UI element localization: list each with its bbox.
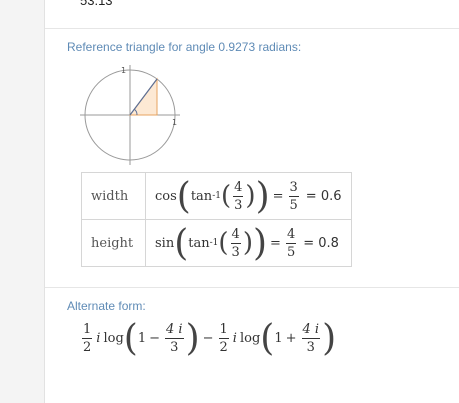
fraction-denominator: 3 bbox=[170, 340, 179, 355]
axis-right-label: 1 bbox=[172, 118, 177, 127]
result-fraction: 4 5 bbox=[285, 226, 297, 260]
close-paren: ) bbox=[252, 222, 268, 264]
inner-func: tan bbox=[188, 235, 210, 251]
fraction-numerator: 1 bbox=[82, 322, 93, 339]
fraction-denominator: 5 bbox=[286, 244, 296, 260]
fraction-numerator: 1 bbox=[218, 322, 229, 339]
one: 1 bbox=[274, 331, 283, 346]
fraction-numerator: 4 bbox=[230, 226, 241, 244]
coefficient-fraction: 1 2 bbox=[218, 322, 229, 355]
inner-func: tan bbox=[190, 188, 213, 204]
alternate-form-expression: 1 2 i log ( 1 − 4 i 3 ) − 1 2 i log ( 1 … bbox=[80, 318, 336, 359]
table-row: width cos ( tan -1 ( 4 3 ) ) = 3 5 = 0.6 bbox=[81, 172, 352, 220]
imaginary-unit: i bbox=[232, 331, 237, 346]
reference-triangle-table: width cos ( tan -1 ( 4 3 ) ) = 3 5 = 0.6 bbox=[81, 172, 352, 267]
table-row: height sin ( tan -1 ( 4 3 ) ) = 4 5 = 0. bbox=[81, 219, 352, 267]
inverse-superscript: -1 bbox=[212, 191, 221, 201]
fraction-denominator: 5 bbox=[289, 197, 298, 213]
plus-sign: + bbox=[285, 331, 297, 346]
open-paren: ( bbox=[218, 228, 229, 258]
fraction-numerator: 4 bbox=[285, 226, 297, 244]
close-paren: ) bbox=[245, 181, 256, 211]
fraction-numerator: 4 bbox=[233, 179, 244, 197]
fraction-denominator: 2 bbox=[219, 340, 228, 355]
row-label-height: height bbox=[81, 219, 146, 267]
previous-result-value: 53.13° bbox=[80, 0, 118, 8]
fraction-denominator: 3 bbox=[306, 340, 315, 355]
reference-triangle-diagram: 1 1 bbox=[80, 65, 180, 165]
close-paren: ) bbox=[242, 228, 253, 258]
open-paren: ( bbox=[220, 181, 232, 211]
decimal-value: = 0.8 bbox=[303, 235, 339, 251]
close-paren: ) bbox=[255, 175, 270, 217]
inverse-superscript: -1 bbox=[209, 238, 219, 248]
log-function: log bbox=[103, 331, 124, 346]
reference-triangle-title: Reference triangle for angle 0.9273 radi… bbox=[67, 40, 302, 54]
close-paren: ) bbox=[185, 318, 200, 359]
equals-sign: = bbox=[272, 188, 284, 204]
term-fraction: 4 i 3 bbox=[165, 323, 184, 354]
decimal-value: = 0.6 bbox=[305, 188, 342, 204]
height-expression: sin ( tan -1 ( 4 3 ) ) = 4 5 = 0.8 bbox=[145, 219, 352, 267]
pod-divider bbox=[45, 287, 459, 288]
coefficient-fraction: 1 2 bbox=[82, 322, 93, 355]
argument-fraction: 4 3 bbox=[230, 226, 241, 260]
equals-sign: = bbox=[270, 235, 281, 251]
open-paren: ( bbox=[176, 175, 191, 217]
argument-fraction: 4 3 bbox=[233, 179, 244, 213]
open-paren: ( bbox=[123, 318, 138, 359]
left-gutter bbox=[0, 0, 45, 403]
imaginary-unit: i bbox=[96, 331, 101, 346]
alternate-form-title: Alternate form: bbox=[67, 299, 146, 313]
axis-top-label: 1 bbox=[121, 66, 126, 75]
fraction-denominator: 3 bbox=[234, 197, 243, 213]
width-expression: cos ( tan -1 ( 4 3 ) ) = 3 5 = 0.6 bbox=[145, 172, 352, 220]
log-function: log bbox=[239, 331, 261, 346]
fraction-denominator: 3 bbox=[231, 244, 240, 260]
fraction-denominator: 2 bbox=[83, 340, 92, 355]
fraction-numerator: 4 i bbox=[165, 322, 184, 339]
row-label-width: width bbox=[81, 172, 146, 220]
func-name: cos bbox=[155, 188, 177, 204]
term-fraction: 4 i 3 bbox=[301, 322, 321, 355]
func-name: sin bbox=[155, 235, 175, 251]
pod-divider bbox=[45, 28, 459, 29]
one: 1 bbox=[137, 331, 147, 346]
open-paren: ( bbox=[174, 222, 189, 264]
result-fraction: 3 5 bbox=[288, 179, 299, 213]
close-paren: ) bbox=[322, 318, 337, 359]
fraction-numerator: 4 i bbox=[301, 322, 321, 339]
fraction-numerator: 3 bbox=[288, 179, 299, 197]
open-paren: ( bbox=[260, 318, 275, 359]
minus-sign: − bbox=[202, 331, 214, 346]
minus-sign: − bbox=[149, 331, 160, 346]
